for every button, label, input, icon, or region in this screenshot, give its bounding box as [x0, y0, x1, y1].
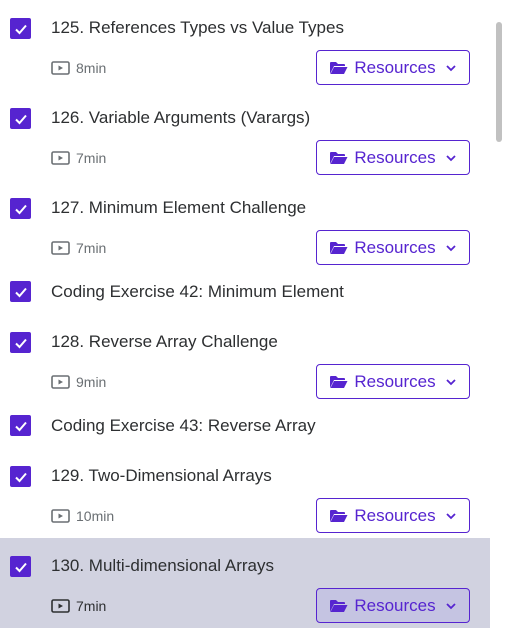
chevron-down-icon — [445, 602, 456, 609]
completed-checkbox[interactable] — [10, 332, 31, 353]
lecture-duration: 10min — [76, 508, 115, 524]
completed-checkbox[interactable] — [10, 415, 31, 436]
lecture-item-126[interactable]: 126. Variable Arguments (Varargs) 7min R… — [0, 90, 490, 180]
folder-open-icon — [330, 151, 348, 164]
chevron-down-icon — [445, 244, 456, 251]
lecture-duration: 8min — [76, 60, 107, 76]
lecture-meta: 7min — [51, 238, 106, 258]
chevron-down-icon — [445, 378, 456, 385]
video-icon — [51, 240, 70, 255]
lecture-meta: 7min — [51, 148, 106, 168]
exercise-item-43[interactable]: Coding Exercise 43: Reverse Array — [0, 404, 490, 448]
video-icon — [51, 508, 70, 523]
lecture-title: 129. Two-Dimensional Arrays — [51, 466, 272, 485]
lecture-meta: 9min — [51, 372, 106, 392]
chevron-down-icon — [445, 154, 456, 161]
resources-button[interactable]: Resources — [316, 588, 470, 623]
lecture-title: 128. Reverse Array Challenge — [51, 332, 278, 351]
check-icon — [14, 421, 27, 431]
chevron-down-icon — [445, 512, 456, 519]
lecture-item-127[interactable]: 127. Minimum Element Challenge 7min Reso… — [0, 180, 490, 270]
resources-button[interactable]: Resources — [316, 140, 470, 175]
folder-open-icon — [330, 61, 348, 74]
lecture-duration: 7min — [76, 240, 107, 256]
lecture-duration: 9min — [76, 374, 107, 390]
resources-label: Resources — [354, 147, 436, 167]
completed-checkbox[interactable] — [10, 556, 31, 577]
exercise-title: Coding Exercise 43: Reverse Array — [51, 416, 316, 435]
lecture-item-125[interactable]: 125. References Types vs Value Types 8mi… — [0, 0, 490, 90]
exercise-item-42[interactable]: Coding Exercise 42: Minimum Element — [0, 270, 490, 314]
resources-label: Resources — [354, 595, 436, 615]
folder-open-icon — [330, 509, 348, 522]
exercise-title: Coding Exercise 42: Minimum Element — [51, 282, 344, 301]
lecture-title: 126. Variable Arguments (Varargs) — [51, 108, 311, 127]
resources-button[interactable]: Resources — [316, 230, 470, 265]
check-icon — [14, 24, 27, 34]
completed-checkbox[interactable] — [10, 466, 31, 487]
video-icon — [51, 150, 70, 165]
lecture-meta: 7min — [51, 596, 106, 616]
video-icon — [51, 374, 70, 389]
check-icon — [14, 287, 27, 297]
resources-button[interactable]: Resources — [316, 498, 470, 533]
check-icon — [14, 472, 27, 482]
chevron-down-icon — [445, 64, 456, 71]
resources-button[interactable]: Resources — [316, 364, 470, 399]
check-icon — [14, 204, 27, 214]
completed-checkbox[interactable] — [10, 108, 31, 129]
scrollbar-thumb[interactable] — [496, 22, 502, 142]
resources-label: Resources — [354, 57, 436, 77]
lecture-duration: 7min — [76, 150, 107, 166]
video-icon — [51, 598, 70, 613]
lecture-item-128[interactable]: 128. Reverse Array Challenge 9min Resour… — [0, 314, 490, 404]
lecture-title: 130. Multi-dimensional Arrays — [51, 556, 274, 575]
lecture-duration: 7min — [76, 598, 107, 614]
video-icon — [51, 60, 70, 75]
completed-checkbox[interactable] — [10, 281, 31, 302]
resources-label: Resources — [354, 505, 436, 525]
lecture-item-129[interactable]: 129. Two-Dimensional Arrays 10min Resour… — [0, 448, 490, 538]
completed-checkbox[interactable] — [10, 18, 31, 39]
check-icon — [14, 114, 27, 124]
resources-label: Resources — [354, 371, 436, 391]
completed-checkbox[interactable] — [10, 198, 31, 219]
resources-button[interactable]: Resources — [316, 50, 470, 85]
check-icon — [14, 338, 27, 348]
curriculum-list: 125. References Types vs Value Types 8mi… — [0, 0, 490, 628]
lecture-title: 127. Minimum Element Challenge — [51, 198, 307, 217]
folder-open-icon — [330, 241, 348, 254]
lecture-meta: 10min — [51, 506, 114, 526]
resources-label: Resources — [354, 237, 436, 257]
lecture-item-130-current[interactable]: 130. Multi-dimensional Arrays 7min Resou… — [0, 538, 490, 628]
folder-open-icon — [330, 599, 348, 612]
lecture-meta: 8min — [51, 58, 106, 78]
check-icon — [14, 562, 27, 572]
lecture-title: 125. References Types vs Value Types — [51, 18, 344, 37]
folder-open-icon — [330, 375, 348, 388]
